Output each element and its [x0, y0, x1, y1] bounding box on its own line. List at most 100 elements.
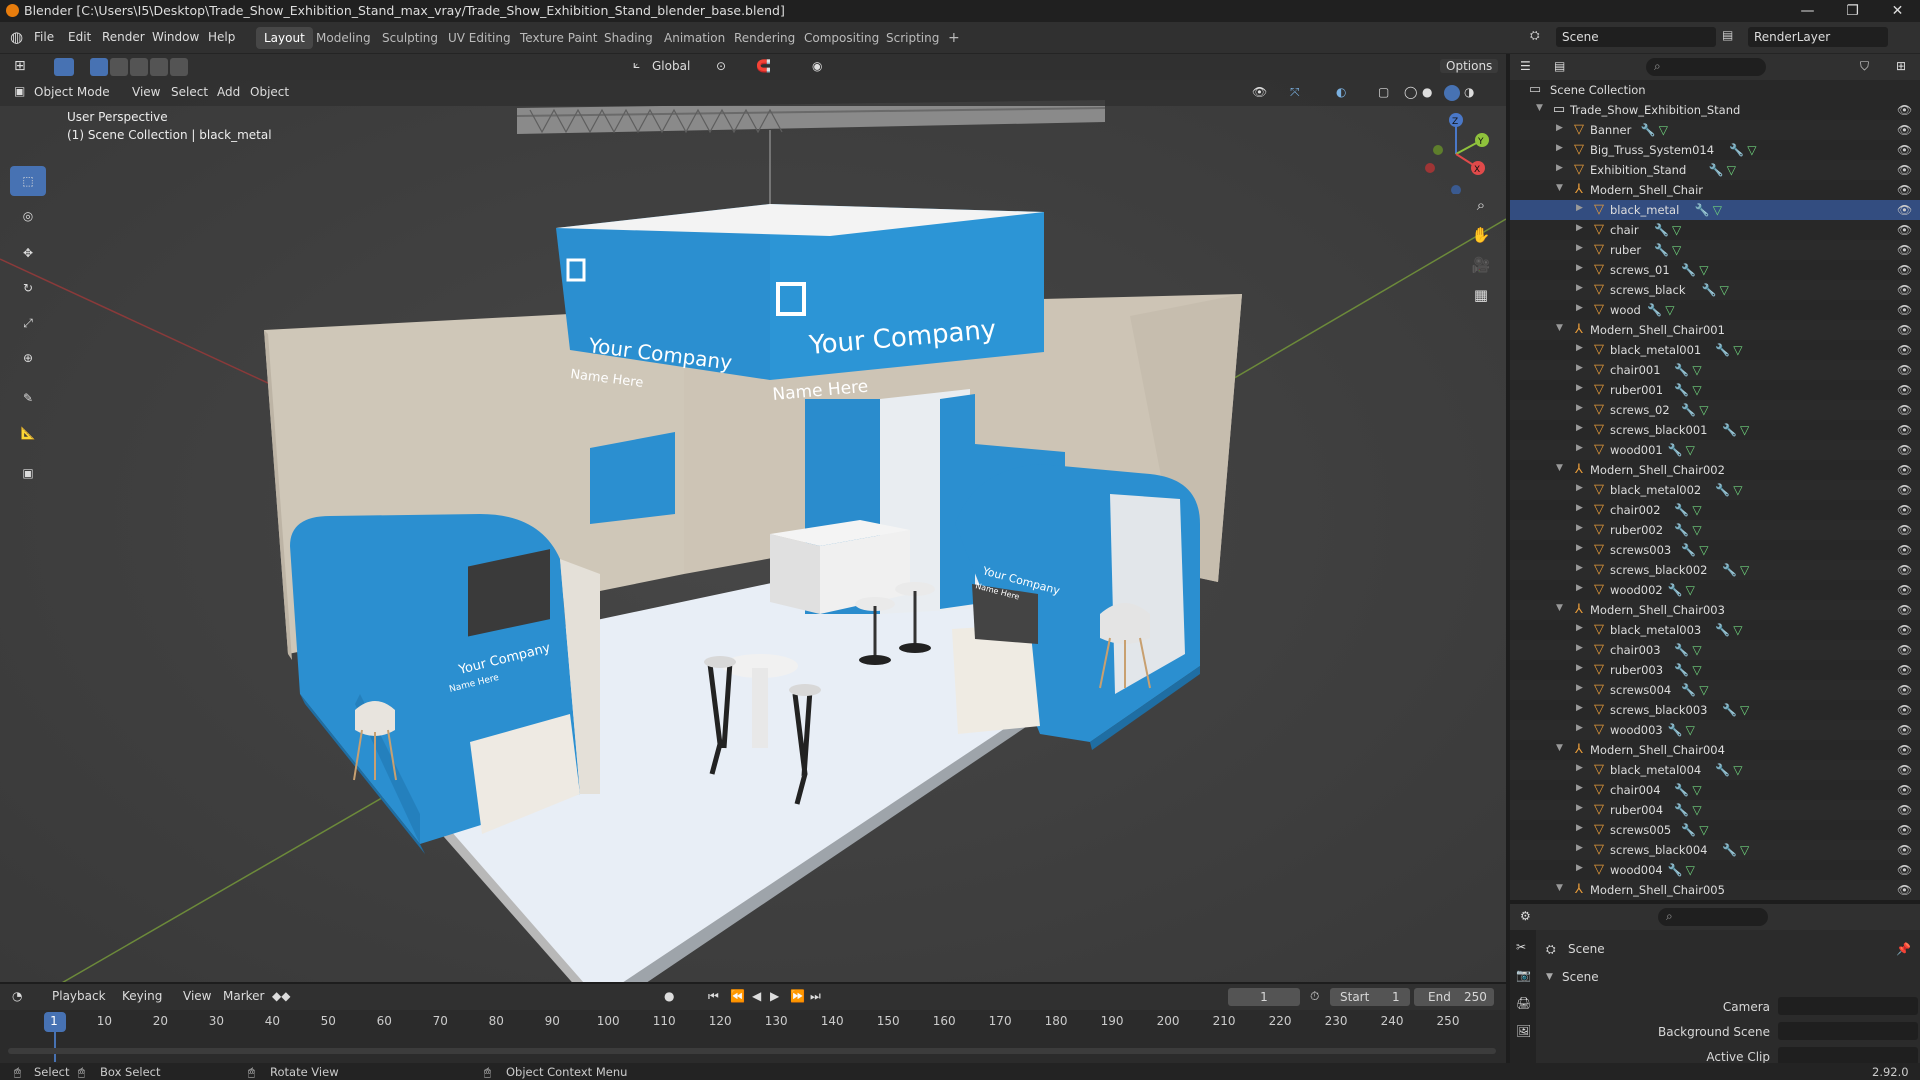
outliner-item[interactable]: ▶ ▽ screws005 🔧 ▽ 👁: [1510, 820, 1920, 840]
expand-arrow-icon[interactable]: ▶: [1576, 583, 1583, 593]
pan-hand-icon[interactable]: ✋: [1466, 220, 1496, 250]
outliner-item[interactable]: ▼ ⅄ Modern_Shell_Chair001 👁: [1510, 320, 1920, 340]
mesh-data-icon[interactable]: ▽: [1692, 783, 1701, 797]
render-layer-field[interactable]: RenderLayer: [1748, 27, 1888, 47]
modifier-icon[interactable]: 🔧: [1654, 243, 1669, 257]
expand-arrow-icon[interactable]: ▶: [1556, 163, 1563, 173]
pin-icon[interactable]: 📌: [1896, 942, 1911, 956]
expand-arrow-icon[interactable]: ▶: [1576, 263, 1583, 273]
tool-tab-icon[interactable]: ✂: [1516, 940, 1526, 954]
outliner-item[interactable]: ▶ ▽ screws_02 🔧 ▽ 👁: [1510, 400, 1920, 420]
move-tool-icon[interactable]: ✥: [10, 238, 46, 268]
modifier-icon[interactable]: 🔧: [1674, 783, 1689, 797]
visibility-eye-icon[interactable]: 👁: [1897, 803, 1912, 817]
timeline-scrollbar[interactable]: [8, 1048, 1496, 1054]
play-icon[interactable]: ▶: [770, 989, 779, 1003]
tab-modeling[interactable]: Modeling: [308, 27, 379, 49]
background-scene-field[interactable]: [1778, 1022, 1918, 1040]
expand-arrow-icon[interactable]: ▶: [1576, 483, 1583, 493]
visibility-eye-icon[interactable]: 👁: [1897, 423, 1912, 437]
outliner-item[interactable]: ▶ ▽ wood003 🔧 ▽ 👁: [1510, 720, 1920, 740]
mesh-data-icon[interactable]: ▽: [1733, 623, 1742, 637]
mesh-data-icon[interactable]: ▽: [1686, 443, 1695, 457]
orientation-icon[interactable]: ⟀: [633, 57, 640, 72]
outliner-item[interactable]: ▶ ▽ screws_black004 🔧 ▽ 👁: [1510, 840, 1920, 860]
tweak-mode-icon[interactable]: [54, 58, 74, 76]
modifier-icon[interactable]: 🔧: [1674, 383, 1689, 397]
mesh-data-icon[interactable]: ▽: [1692, 363, 1701, 377]
outliner-item[interactable]: ▶ ▽ ruber003 🔧 ▽ 👁: [1510, 660, 1920, 680]
modifier-icon[interactable]: 🔧: [1668, 443, 1683, 457]
mesh-data-icon[interactable]: ▽: [1686, 583, 1695, 597]
tab-compositing[interactable]: Compositing: [796, 27, 887, 49]
outliner-item[interactable]: ▶ ▽ wood002 🔧 ▽ 👁: [1510, 580, 1920, 600]
mesh-data-icon[interactable]: ▽: [1747, 143, 1756, 157]
panel-collapse-icon[interactable]: ▼: [1546, 972, 1553, 982]
visibility-eye-icon[interactable]: 👁: [1897, 123, 1912, 137]
tab-shading[interactable]: Shading: [596, 27, 661, 49]
select-intersect-icon[interactable]: [170, 58, 188, 76]
expand-arrow-icon[interactable]: ▶: [1576, 763, 1583, 773]
new-collection-icon[interactable]: ⊞: [1896, 59, 1906, 73]
outliner-item[interactable]: ▶ ▽ black_metal002 🔧 ▽ 👁: [1510, 480, 1920, 500]
expand-arrow-icon[interactable]: ▶: [1556, 123, 1563, 133]
outliner-item[interactable]: ▼ ⅄ Modern_Shell_Chair004 👁: [1510, 740, 1920, 760]
visibility-eye-icon[interactable]: 👁: [1897, 843, 1912, 857]
expand-arrow-icon[interactable]: ▶: [1576, 563, 1583, 573]
modifier-icon[interactable]: 🔧: [1681, 683, 1696, 697]
material-shading-icon[interactable]: [1444, 85, 1460, 101]
display-mode-icon[interactable]: ▤: [1554, 59, 1565, 73]
visibility-eye-icon[interactable]: 👁: [1897, 683, 1912, 697]
modifier-icon[interactable]: 🔧: [1722, 423, 1737, 437]
visibility-eye-icon[interactable]: 👁: [1897, 863, 1912, 877]
expand-arrow-icon[interactable]: ▶: [1576, 283, 1583, 293]
mesh-data-icon[interactable]: ▽: [1665, 303, 1674, 317]
visibility-eye-icon[interactable]: 👁: [1897, 663, 1912, 677]
mesh-data-icon[interactable]: ▽: [1727, 163, 1736, 177]
select-box-tool-icon[interactable]: ⬚: [10, 166, 46, 196]
outliner-item[interactable]: ▶ ▽ chair002 🔧 ▽ 👁: [1510, 500, 1920, 520]
mesh-data-icon[interactable]: ▽: [1692, 663, 1701, 677]
visibility-eye-icon[interactable]: 👁: [1897, 363, 1912, 377]
outliner-item[interactable]: ▶ ▽ screws_black002 🔧 ▽ 👁: [1510, 560, 1920, 580]
modifier-icon[interactable]: 🔧: [1715, 763, 1730, 777]
menu-object[interactable]: Object: [250, 85, 289, 99]
mesh-data-icon[interactable]: ▽: [1686, 723, 1695, 737]
maximize-button[interactable]: ❐: [1830, 0, 1875, 22]
mesh-data-icon[interactable]: ▽: [1699, 683, 1708, 697]
properties-search-icon[interactable]: ⌕: [1658, 908, 1768, 926]
modifier-icon[interactable]: 🔧: [1654, 223, 1669, 237]
visibility-eye-icon[interactable]: 👁: [1897, 143, 1912, 157]
modifier-icon[interactable]: 🔧: [1674, 643, 1689, 657]
stopwatch-icon[interactable]: ⏱: [1310, 989, 1319, 1004]
collapse-arrow-icon[interactable]: ▼: [1556, 883, 1563, 893]
modifier-icon[interactable]: 🔧: [1674, 663, 1689, 677]
modifier-icon[interactable]: 🔧: [1674, 363, 1689, 377]
jump-end-icon[interactable]: ⏭: [810, 989, 821, 1004]
view-layer-tab-icon[interactable]: 🖼: [1516, 1024, 1531, 1038]
outliner-editor-icon[interactable]: ☰: [1520, 59, 1531, 73]
current-frame-field[interactable]: 1: [1228, 988, 1300, 1006]
start-frame-field[interactable]: Start 1: [1330, 988, 1410, 1006]
record-icon[interactable]: ●: [664, 989, 674, 1003]
visibility-eye-icon[interactable]: 👁: [1897, 763, 1912, 777]
outliner-item[interactable]: ▶ ▽ wood004 🔧 ▽ 👁: [1510, 860, 1920, 880]
select-subtract-icon[interactable]: [130, 58, 148, 76]
mesh-data-icon[interactable]: ▽: [1720, 283, 1729, 297]
mesh-data-icon[interactable]: ▽: [1699, 543, 1708, 557]
tab-sculpting[interactable]: Sculpting: [374, 27, 446, 49]
outliner-item[interactable]: ▶ ▽ screws_black 🔧 ▽ 👁: [1510, 280, 1920, 300]
collapse-arrow-icon[interactable]: ▼: [1556, 603, 1563, 613]
outliner-item[interactable]: ▶ ▽ screws_black003 🔧 ▽ 👁: [1510, 700, 1920, 720]
visibility-eye-icon[interactable]: 👁: [1897, 503, 1912, 517]
visibility-eye-icon[interactable]: 👁: [1897, 523, 1912, 537]
snap-icon[interactable]: 🧲: [756, 59, 771, 73]
visibility-eye-icon[interactable]: 👁: [1897, 823, 1912, 837]
rotate-tool-icon[interactable]: ↻: [10, 273, 46, 303]
visibility-eye-icon[interactable]: 👁: [1897, 203, 1912, 217]
mesh-data-icon[interactable]: ▽: [1672, 243, 1681, 257]
outliner-item[interactable]: ▶ ▽ black_metal001 🔧 ▽ 👁: [1510, 340, 1920, 360]
collapse-arrow-icon[interactable]: ▼: [1556, 463, 1563, 473]
modifier-icon[interactable]: 🔧: [1681, 263, 1696, 277]
outliner-item[interactable]: ▼ ⅄ Modern_Shell_Chair005 👁: [1510, 880, 1920, 900]
